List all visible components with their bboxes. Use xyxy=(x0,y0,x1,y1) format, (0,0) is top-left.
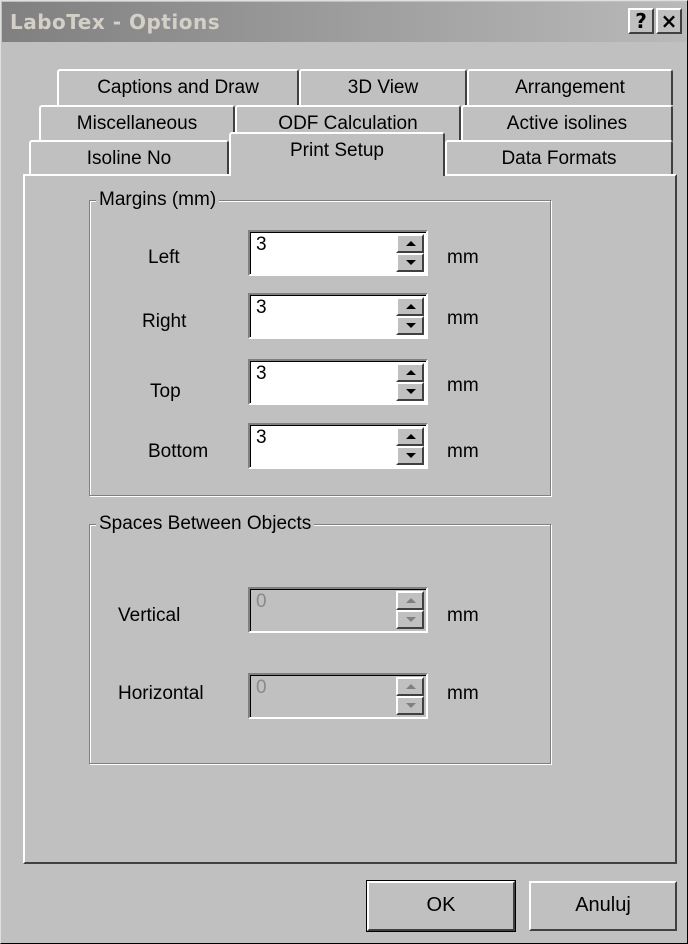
right-margin-up-button[interactable] xyxy=(396,297,424,316)
right-margin-spinner[interactable]: 3 xyxy=(248,293,428,339)
ok-button[interactable]: OK xyxy=(366,880,516,932)
arrow-up-icon xyxy=(406,370,416,375)
tab-data-formats[interactable]: Data Formats xyxy=(445,140,673,176)
arrow-down-icon xyxy=(406,703,416,708)
tab-captions-and-draw[interactable]: Captions and Draw xyxy=(57,69,299,105)
arrow-up-icon xyxy=(406,434,416,439)
top-margin-spinner[interactable]: 3 xyxy=(248,359,428,405)
spaces-group-title: Spaces Between Objects xyxy=(96,511,315,537)
arrow-down-icon xyxy=(406,260,416,265)
bottom-margin-spinner[interactable]: 3 xyxy=(248,423,428,469)
print-setup-panel: Margins (mm) Left 3 mm Right 3 mm Top 3 … xyxy=(23,174,677,864)
bottom-margin-value[interactable]: 3 xyxy=(256,427,267,449)
arrow-up-icon xyxy=(406,684,416,689)
tab-isoline-no[interactable]: Isoline No xyxy=(29,140,229,176)
tab-arrangement[interactable]: Arrangement xyxy=(467,69,673,105)
left-unit: mm xyxy=(447,247,479,268)
horizontal-space-value: 0 xyxy=(256,677,267,698)
top-margin-up-button[interactable] xyxy=(396,363,424,382)
bottom-margin-up-button[interactable] xyxy=(396,427,424,446)
vertical-label: Vertical xyxy=(118,605,181,626)
right-unit: mm xyxy=(447,308,479,329)
vertical-unit: mm xyxy=(447,605,479,626)
vertical-space-up-button xyxy=(396,591,424,610)
top-margin-down-button[interactable] xyxy=(396,382,424,401)
tab-miscellaneous[interactable]: Miscellaneous xyxy=(39,105,235,141)
horizontal-unit: mm xyxy=(447,683,479,704)
arrow-down-icon xyxy=(406,617,416,622)
window-title: LaboTex - Options xyxy=(10,10,221,34)
options-dialog: LaboTex - Options ? × Captions and Draw … xyxy=(0,0,688,944)
arrow-up-icon xyxy=(406,304,416,309)
top-margin-value[interactable]: 3 xyxy=(256,363,267,385)
margins-group-title: Margins (mm) xyxy=(96,187,220,213)
arrow-up-icon xyxy=(406,598,416,603)
tab-print-setup[interactable]: Print Setup xyxy=(229,132,445,176)
left-margin-down-button[interactable] xyxy=(396,253,424,272)
right-margin-down-button[interactable] xyxy=(396,316,424,335)
left-margin-spinner[interactable]: 3 xyxy=(248,230,428,276)
arrow-down-icon xyxy=(406,453,416,458)
vertical-space-down-button xyxy=(396,610,424,629)
bottom-unit: mm xyxy=(447,441,479,462)
title-bar[interactable]: LaboTex - Options ? × xyxy=(2,2,686,42)
left-label: Left xyxy=(148,247,180,268)
top-unit: mm xyxy=(447,375,479,396)
horizontal-label: Horizontal xyxy=(118,683,204,704)
spaces-group: Spaces Between Objects Vertical 0 mm Hor… xyxy=(89,511,551,764)
vertical-space-spinner: 0 xyxy=(248,587,428,633)
bottom-margin-down-button[interactable] xyxy=(396,446,424,465)
right-margin-value[interactable]: 3 xyxy=(256,297,267,319)
top-label: Top xyxy=(150,381,181,402)
bottom-label: Bottom xyxy=(148,441,209,462)
margins-group: Margins (mm) Left 3 mm Right 3 mm Top 3 … xyxy=(89,187,551,496)
horizontal-space-down-button xyxy=(396,696,424,715)
vertical-space-value: 0 xyxy=(256,591,267,612)
arrow-down-icon xyxy=(406,389,416,394)
help-button[interactable]: ? xyxy=(628,8,654,34)
horizontal-space-spinner: 0 xyxy=(248,673,428,719)
close-button[interactable]: × xyxy=(656,8,682,34)
arrow-up-icon xyxy=(406,241,416,246)
cancel-button[interactable]: Anuluj xyxy=(529,881,677,931)
tab-active-isolines[interactable]: Active isolines xyxy=(461,105,673,141)
right-label: Right xyxy=(142,311,187,332)
horizontal-space-up-button xyxy=(396,677,424,696)
arrow-down-icon xyxy=(406,323,416,328)
left-margin-up-button[interactable] xyxy=(396,234,424,253)
tab-3d-view[interactable]: 3D View xyxy=(299,69,467,105)
left-margin-value[interactable]: 3 xyxy=(256,234,267,256)
